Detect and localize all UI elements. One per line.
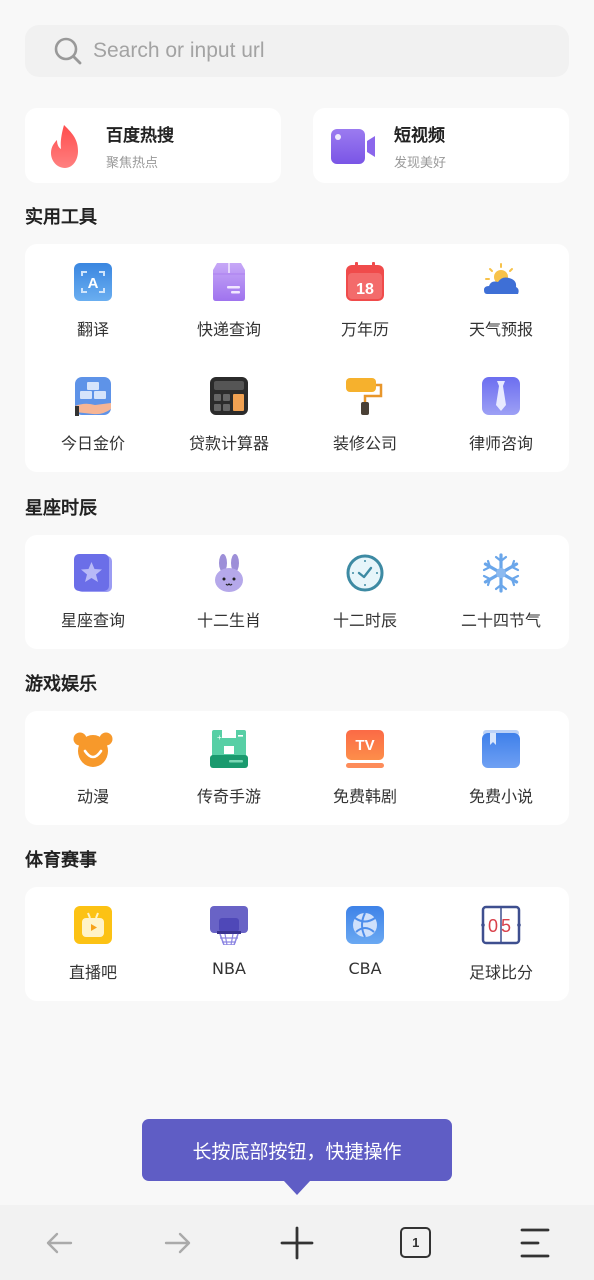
tabs-icon: 1 <box>400 1227 432 1258</box>
scoreboard-icon: 05 <box>481 905 521 945</box>
horoscope-label: 十二时辰 <box>332 611 397 630</box>
sports-label: NBA <box>212 959 246 978</box>
sports-football-score[interactable]: 05 足球比分 <box>433 887 569 1001</box>
new-tab-button[interactable] <box>267 1213 327 1273</box>
horoscope-zodiac[interactable]: 星座查询 <box>25 535 161 649</box>
svg-text:A: A <box>88 275 99 292</box>
tool-gold-price[interactable]: 今日金价 <box>25 358 161 472</box>
svg-text:18: 18 <box>356 281 374 298</box>
horoscope-label: 二十四节气 <box>460 611 541 630</box>
entertainment-korean-drama[interactable]: TV 免费韩剧 <box>297 711 433 825</box>
menu-button[interactable] <box>505 1213 565 1273</box>
feature-card-short-video[interactable]: 短视频 发现美好 <box>313 108 569 183</box>
horoscope-chinese-zodiac[interactable]: 十二生肖 <box>161 535 297 649</box>
horoscope-solar-terms[interactable]: 二十四节气 <box>433 535 569 649</box>
gold-bars-icon <box>75 377 111 416</box>
sports-card: 直播吧 NBA CBA 05 足球比分 <box>25 887 569 1001</box>
video-camera-icon <box>331 128 375 164</box>
snowflake-icon <box>482 553 520 593</box>
basketball-icon <box>346 906 384 944</box>
sports-label: 足球比分 <box>468 963 533 982</box>
tool-label: 今日金价 <box>60 434 125 453</box>
game-castle-icon: + <box>210 730 248 768</box>
search-icon <box>54 37 82 65</box>
tool-label: 万年历 <box>340 320 389 339</box>
calculator-icon <box>210 377 248 415</box>
tool-calendar[interactable]: 18 万年历 <box>297 244 433 358</box>
tool-loan-calculator[interactable]: 贷款计算器 <box>161 358 297 472</box>
feature-title: 短视频 <box>394 125 445 146</box>
tabs-button[interactable]: 1 <box>386 1213 446 1273</box>
sports-live[interactable]: 直播吧 <box>25 887 161 1001</box>
horoscope-label: 十二生肖 <box>196 611 261 630</box>
entertainment-card: 动漫 + 传奇手游 TV 免费韩剧 免费小说 <box>25 711 569 825</box>
tool-label: 快递查询 <box>196 320 261 339</box>
horoscope-twelve-hours[interactable]: 十二时辰 <box>297 535 433 649</box>
section-title-entertainment: 游戏娱乐 <box>25 674 97 695</box>
translate-icon: A <box>74 263 112 301</box>
forward-arrow-icon <box>164 1232 191 1253</box>
tooltip: 长按底部按钮，快捷操作 <box>142 1119 452 1195</box>
necktie-icon <box>482 377 520 415</box>
plus-icon <box>280 1226 314 1259</box>
section-title-tools: 实用工具 <box>25 207 97 228</box>
entertainment-anime[interactable]: 动漫 <box>25 711 161 825</box>
rabbit-icon <box>215 554 243 592</box>
tv-icon: TV <box>346 730 384 768</box>
clock-icon <box>346 554 384 592</box>
svg-text:TV: TV <box>355 737 374 754</box>
sports-label: 直播吧 <box>68 963 117 982</box>
sports-label: CBA <box>348 959 382 978</box>
feature-subtitle: 发现美好 <box>394 155 447 171</box>
tool-label: 天气预报 <box>468 320 533 339</box>
sports-nba[interactable]: NBA <box>161 887 297 1001</box>
tool-translate[interactable]: A 翻译 <box>25 244 161 358</box>
entertainment-legend-game[interactable]: + 传奇手游 <box>161 711 297 825</box>
entertainment-label: 免费韩剧 <box>332 787 397 806</box>
tool-label: 贷款计算器 <box>188 434 269 453</box>
menu-icon <box>520 1228 549 1257</box>
entertainment-label: 动漫 <box>76 787 109 806</box>
tools-card: A 翻译 快递查询 18 万年历 天气预报 今日金价 贷款计算器 装修公司 律师… <box>25 244 569 472</box>
entertainment-label: 传奇手游 <box>196 787 261 806</box>
weather-icon <box>484 263 519 294</box>
forward-button[interactable] <box>148 1213 208 1273</box>
section-title-horoscope: 星座时辰 <box>25 498 97 519</box>
entertainment-label: 免费小说 <box>468 787 533 806</box>
tab-count: 1 <box>412 1235 420 1250</box>
tooltip-text: 长按底部按钮，快捷操作 <box>192 1140 402 1163</box>
flame-icon <box>51 124 78 168</box>
star-icon <box>74 554 112 592</box>
entertainment-novel[interactable]: 免费小说 <box>433 711 569 825</box>
sports-cba[interactable]: CBA <box>297 887 433 1001</box>
package-icon <box>213 263 245 301</box>
tool-label: 翻译 <box>76 320 109 339</box>
tool-label: 律师咨询 <box>468 434 533 453</box>
calendar-icon: 18 <box>346 262 384 301</box>
svg-text:+: + <box>217 733 222 742</box>
tool-label: 装修公司 <box>332 434 397 453</box>
live-tv-icon <box>74 906 112 944</box>
feature-card-hot-search[interactable]: 百度热搜 聚焦热点 <box>25 108 281 183</box>
basketball-hoop-icon <box>210 906 248 945</box>
horoscope-label: 星座查询 <box>60 611 125 630</box>
search-input[interactable] <box>93 39 493 63</box>
tool-weather[interactable]: 天气预报 <box>433 244 569 358</box>
paint-roller-icon <box>346 378 383 415</box>
horoscope-card: 星座查询 十二生肖 十二时辰 二十四节气 <box>25 535 569 649</box>
bear-face-icon <box>73 732 113 767</box>
tool-lawyer[interactable]: 律师咨询 <box>433 358 569 472</box>
search-bar[interactable] <box>25 25 569 77</box>
book-icon <box>482 730 520 768</box>
tool-decoration[interactable]: 装修公司 <box>297 358 433 472</box>
bottom-toolbar: 1 <box>0 1205 594 1280</box>
svg-text:05: 05 <box>488 916 514 936</box>
feature-subtitle: 聚焦热点 <box>106 155 159 171</box>
back-arrow-icon <box>47 1232 73 1253</box>
section-title-sports: 体育赛事 <box>25 850 97 871</box>
tool-express[interactable]: 快递查询 <box>161 244 297 358</box>
back-button[interactable] <box>29 1213 89 1273</box>
feature-title: 百度热搜 <box>106 125 174 146</box>
